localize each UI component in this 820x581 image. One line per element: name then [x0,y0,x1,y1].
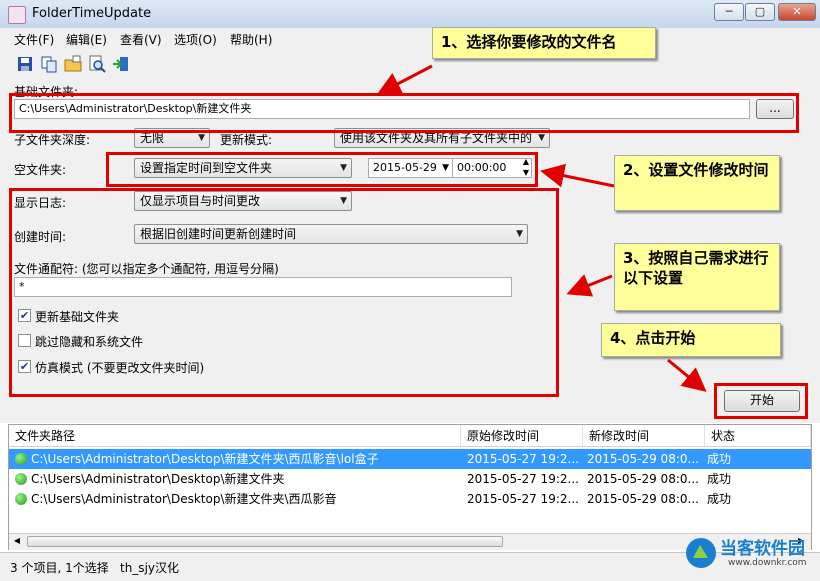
arrow-3 [566,274,613,297]
row-status: 成功 [707,472,732,486]
row-orig-time: 2015-05-27 19:2... [467,472,579,486]
row-status: 成功 [707,452,732,466]
success-icon [15,473,27,485]
watermark-brand: 当客软件园 [720,539,805,559]
row-path: C:\Users\Administrator\Desktop\新建文件夹 [31,472,285,486]
column-header-orig-time[interactable]: 原始修改时间 [461,425,583,447]
success-icon [15,493,27,505]
brand-logo-icon [686,538,716,568]
column-header-new-time[interactable]: 新修改时间 [583,425,705,447]
row-path: C:\Users\Administrator\Desktop\新建文件夹\西瓜影… [31,452,379,466]
row-new-time: 2015-05-29 08:0... [587,492,699,506]
row-orig-time: 2015-05-27 19:2... [467,452,579,466]
watermark-logo: 当客软件园 www.downkr.com [682,530,818,578]
table-row[interactable]: C:\Users\Administrator\Desktop\新建文件夹\西瓜影… [9,449,811,469]
row-orig-time: 2015-05-27 19:2... [467,492,579,506]
row-new-time: 2015-05-29 08:0... [587,472,699,486]
row-status: 成功 [707,492,732,506]
arrow-1 [376,64,433,95]
status-credit: th_sjy汉化 [120,561,179,575]
column-header-path[interactable]: 文件夹路径 [9,425,461,447]
row-new-time: 2015-05-29 08:0... [587,452,699,466]
column-header-status[interactable]: 状态 [705,425,811,447]
success-icon [15,453,27,465]
scroll-left-icon[interactable]: ◀ [11,536,23,547]
status-text: 3 个项目, 1个选择 [10,561,109,575]
table-row[interactable]: C:\Users\Administrator\Desktop\新建文件夹 201… [9,469,811,489]
scrollbar-thumb[interactable] [27,536,503,547]
table-row[interactable]: C:\Users\Administrator\Desktop\新建文件夹\西瓜影… [9,489,811,509]
arrow-4 [667,358,707,392]
watermark-url: www.downkr.com [728,558,807,568]
arrow-2 [540,163,615,188]
row-path: C:\Users\Administrator\Desktop\新建文件夹\西瓜影… [31,492,337,506]
